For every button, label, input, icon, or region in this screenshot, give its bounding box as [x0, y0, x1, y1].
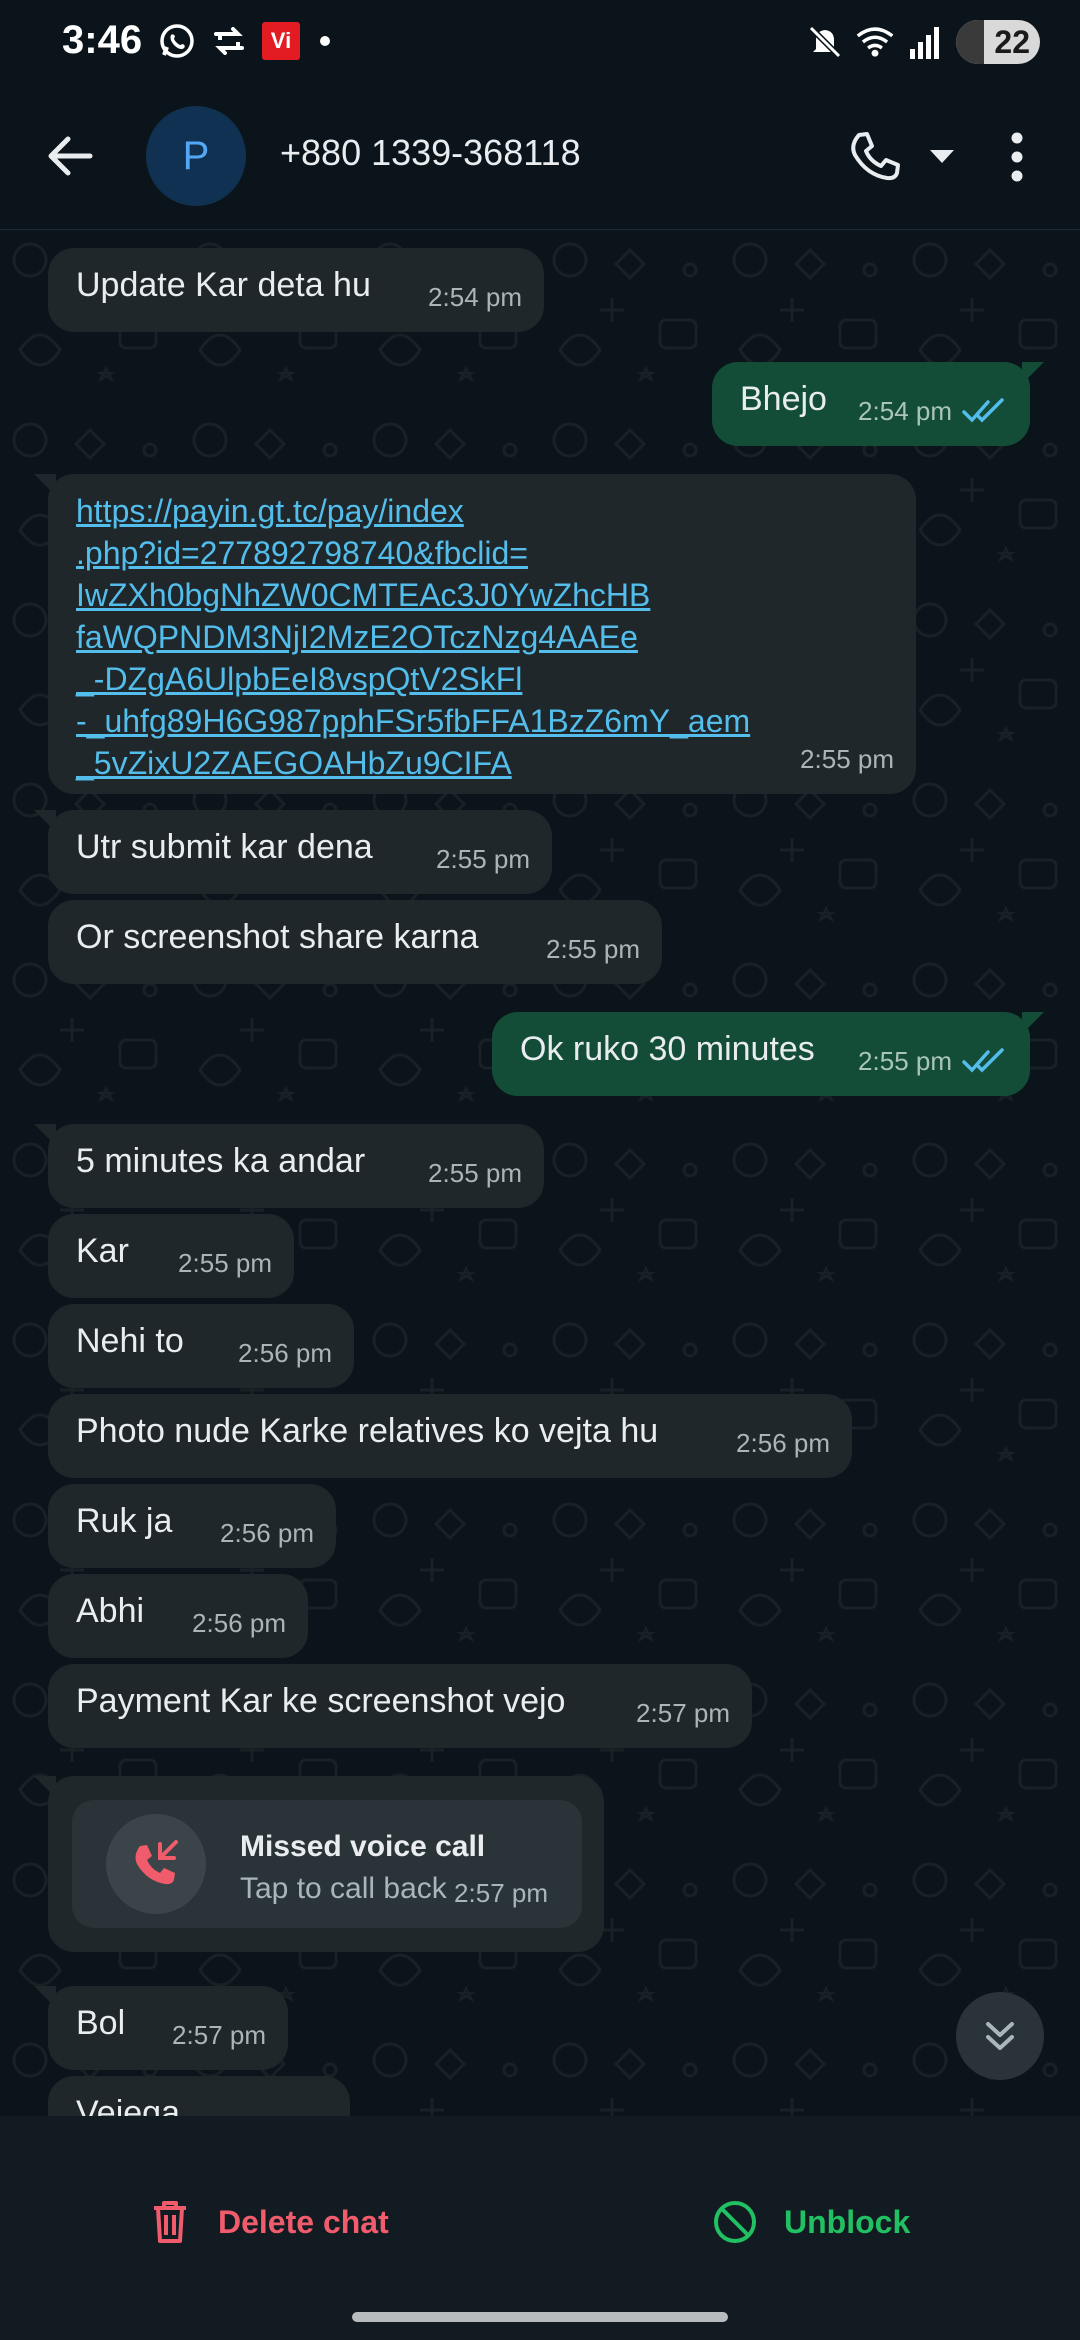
missed-call-icon — [106, 1814, 206, 1914]
message-text: Payment Kar ke screenshot vejo — [76, 1682, 566, 1720]
unblock-button[interactable]: Unblock — [712, 2186, 910, 2258]
message-time: 2:55 pm — [178, 1248, 272, 1278]
message-incoming[interactable]: Photo nude Karke relatives ko vejta hu 2… — [48, 1394, 852, 1478]
message-incoming[interactable]: Bol 2:57 pm — [34, 1986, 288, 2070]
status-notification-icons: Vi — [158, 22, 330, 60]
back-arrow-icon — [48, 136, 93, 176]
message-text: Update Kar deta hu — [76, 266, 371, 304]
message-text: Bhejo — [740, 380, 827, 418]
message-text: Bol — [76, 2004, 126, 2042]
vi-icon: Vi — [262, 22, 300, 60]
missed-call-title: Missed voice call — [240, 1830, 486, 1863]
message-incoming[interactable]: Payment Kar ke screenshot vejo 2:57 pm — [48, 1664, 752, 1748]
blocked-actions-bar: Delete chat Unblock — [0, 2116, 1080, 2340]
message-text: Nehi to — [76, 1322, 184, 1360]
message-incoming-link[interactable]: https://payin.gt.tc/pay/index .php?id=27… — [34, 474, 916, 794]
message-time: 2:56 pm — [736, 1428, 830, 1458]
message-incoming[interactable]: Ruk ja 2:56 pm — [48, 1484, 336, 1568]
message-time: 2:56 pm — [192, 1608, 286, 1638]
message-outgoing[interactable]: Ok ruko 30 minutes 2:55 pm — [492, 1012, 1044, 1096]
message-time: 2:55 pm — [858, 1046, 952, 1076]
contact-name[interactable]: +880 1339-368118 — [280, 132, 581, 174]
status-bar: 3:46 Vi 22 — [0, 0, 1080, 84]
more-vertical-icon — [1011, 132, 1023, 182]
message-incoming[interactable]: Or screenshot share karna 2:55 pm — [48, 900, 662, 984]
link-line[interactable]: -_uhfg89H6G987pphFSr5fbFFA1BzZ6mY_aem — [76, 700, 750, 742]
signal-icon — [906, 23, 944, 61]
status-time: 3:46 — [62, 18, 143, 62]
message-incoming[interactable]: 5 minutes ka andar 2:55 pm — [34, 1124, 544, 1208]
message-time: 2:57 pm — [172, 2020, 266, 2050]
call-options-button[interactable] — [920, 130, 964, 184]
message-incoming[interactable]: Abhi 2:56 pm — [48, 1574, 308, 1658]
link-line[interactable]: _5vZixU2ZAEGOAHbZu9CIFA — [76, 742, 750, 784]
missed-call-card[interactable]: Missed voice call Tap to call back 2:57 … — [72, 1800, 582, 1928]
message-text: Vejega — [76, 2094, 180, 2116]
trash-icon — [154, 2201, 186, 2243]
avatar[interactable]: P — [146, 106, 246, 206]
missed-call-subtitle: Tap to call back — [240, 1872, 447, 1905]
voice-call-button[interactable] — [840, 122, 910, 192]
read-receipt-icon — [962, 398, 1004, 423]
delete-chat-button[interactable]: Delete chat — [150, 2186, 389, 2258]
message-time: 2:55 pm — [546, 934, 640, 964]
notification-dot — [320, 36, 330, 46]
message-time: 2:57 pm — [454, 1878, 548, 1908]
message-outgoing[interactable]: Bhejo 2:54 pm — [712, 362, 1044, 446]
link-line[interactable]: IwZXh0bgNhZW0CMTEAc3J0YwZhcHB — [76, 574, 750, 616]
message-time: 2:55 pm — [428, 1158, 522, 1188]
link-line[interactable]: faWQPNDM3NjI2MzE2OTczNzg4AAEe — [76, 616, 750, 658]
battery-icon: 22 — [956, 20, 1040, 64]
message-incoming[interactable]: Kar 2:55 pm — [48, 1214, 294, 1298]
unblock-icon — [714, 2201, 756, 2243]
message-text: 5 minutes ka andar — [76, 1142, 366, 1180]
link-line[interactable]: _-DZgA6UlpbEeI8vspQtV2SkFl — [76, 658, 750, 700]
message-time: 2:57 pm — [636, 1698, 730, 1728]
scroll-to-bottom-button[interactable] — [956, 1992, 1044, 2080]
message-text: Abhi — [76, 1592, 145, 1630]
message-incoming[interactable]: Vejega — [48, 2076, 350, 2116]
message-meta: 2:55 pm — [858, 1040, 1008, 1082]
whatsapp-icon — [158, 22, 196, 60]
back-button[interactable] — [38, 124, 102, 188]
delete-chat-label: Delete chat — [218, 2203, 389, 2240]
message-time: 2:54 pm — [858, 396, 952, 426]
more-options-button[interactable] — [995, 124, 1039, 190]
message-incoming[interactable]: Update Kar deta hu 2:54 pm — [48, 248, 544, 332]
message-time: 2:55 pm — [436, 844, 530, 874]
message-time: 2:56 pm — [220, 1518, 314, 1548]
mute-icon — [806, 23, 844, 61]
message-incoming[interactable]: Nehi to 2:56 pm — [48, 1304, 354, 1388]
status-system-icons: 22 — [806, 20, 1040, 64]
unblock-label: Unblock — [784, 2203, 911, 2240]
link-line[interactable]: .php?id=277892798740&fbclid= — [76, 532, 750, 574]
link-block: https://payin.gt.tc/pay/index .php?id=27… — [76, 490, 750, 784]
message-time: 2:55 pm — [800, 744, 894, 774]
message-text: Ruk ja — [76, 1502, 173, 1540]
message-text: Utr submit kar dena — [76, 828, 373, 866]
message-list[interactable]: Update Kar deta hu 2:54 pm Bhejo 2:54 pm… — [0, 230, 1080, 2116]
double-chevron-down-icon — [986, 2022, 1014, 2050]
missed-call-message[interactable]: Missed voice call Tap to call back 2:57 … — [34, 1776, 604, 1952]
message-time: 2:54 pm — [428, 282, 522, 312]
home-indicator[interactable] — [352, 2312, 728, 2322]
battery-level: 22 — [994, 23, 1030, 60]
sync-icon — [210, 22, 248, 60]
message-text: Photo nude Karke relatives ko vejta hu — [76, 1412, 659, 1450]
chat-header: P +880 1339-368118 — [0, 84, 1080, 230]
read-receipt-icon — [962, 1048, 1004, 1073]
message-time: 2:56 pm — [238, 1338, 332, 1368]
message-meta: 2:54 pm — [858, 390, 1008, 432]
wifi-icon — [856, 23, 894, 61]
message-text: Or screenshot share karna — [76, 918, 479, 956]
message-text: Kar — [76, 1232, 129, 1270]
message-incoming[interactable]: Utr submit kar dena 2:55 pm — [34, 810, 552, 894]
message-text: Ok ruko 30 minutes — [520, 1030, 815, 1068]
phone-icon — [851, 132, 900, 181]
link-line[interactable]: https://payin.gt.tc/pay/index — [76, 490, 750, 532]
caret-down-icon — [930, 150, 954, 163]
